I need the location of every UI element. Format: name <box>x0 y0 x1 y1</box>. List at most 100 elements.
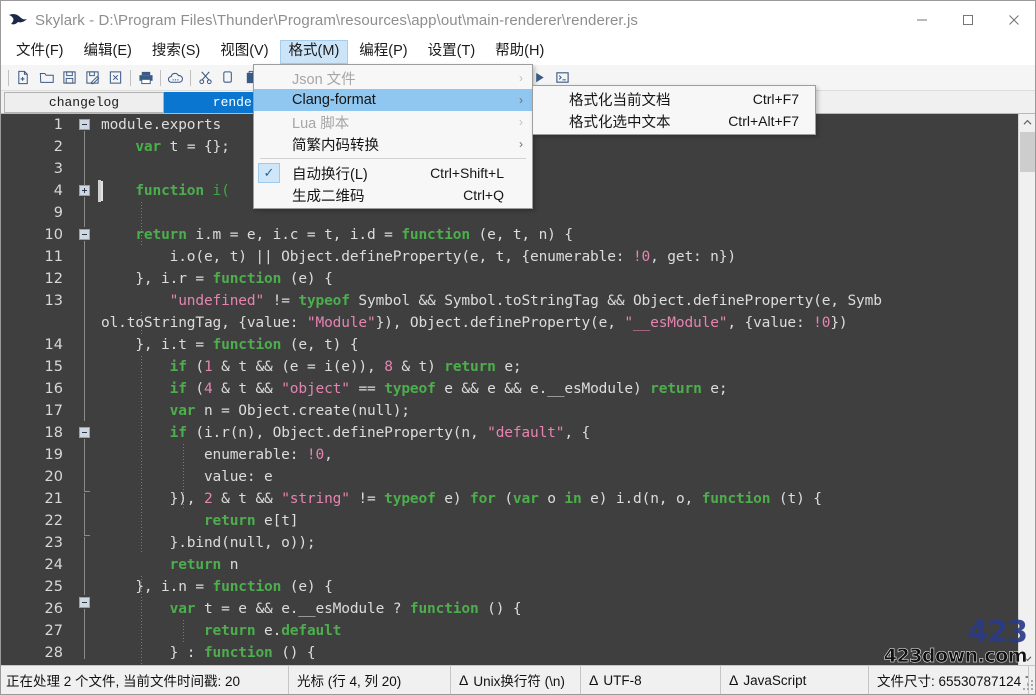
status-language-text: JavaScript <box>743 673 806 688</box>
save-all-icon[interactable] <box>104 67 127 89</box>
open-folder-icon[interactable] <box>35 67 58 89</box>
code-token: in <box>564 491 581 507</box>
window-title: Skylark - D:\Program Files\Thunder\Progr… <box>35 12 899 29</box>
code-line[interactable]: "undefined" != typeof Symbol && Symbol.t… <box>101 290 882 312</box>
status-eol[interactable]: ΔUnix换行符 (\n) <box>451 666 581 695</box>
code-token: function <box>702 491 771 507</box>
window-controls <box>899 1 1036 39</box>
copy-icon[interactable] <box>217 67 240 89</box>
code-line[interactable]: return e.default <box>101 620 341 642</box>
maximize-button[interactable] <box>945 1 991 39</box>
code-line[interactable]: }, i.r = function (e) { <box>101 268 333 290</box>
menu-item-label: 简繁内码转换 <box>292 134 379 155</box>
code-line[interactable]: ol.toStringTag, {value: "Module"}), Obje… <box>101 312 848 334</box>
code-line[interactable]: }, i.n = function (e) { <box>101 576 333 598</box>
code-line[interactable]: }.bind(null, o)); <box>101 532 316 554</box>
menu-item-shortcut: Ctrl+Alt+F7 <box>728 113 807 129</box>
code-token: e) <box>436 491 470 507</box>
code-token: } : <box>101 645 204 661</box>
code-token: !0 <box>633 249 650 265</box>
fold-marker-collapse[interactable] <box>79 229 90 240</box>
resize-grip[interactable] <box>1021 678 1035 692</box>
code-token: (e, t) { <box>281 337 358 353</box>
code-token: if <box>170 381 187 397</box>
menu-5[interactable]: 格式(M) <box>280 40 349 64</box>
code-line[interactable]: }, i.t = function (e, t) { <box>101 334 358 356</box>
status-processing[interactable]: 正在处理 2 个文件, 当前文件时间戳: 20 <box>1 666 289 695</box>
editor-vertical-scrollbar[interactable] <box>1018 114 1035 667</box>
fold-marker-collapse[interactable] <box>79 597 90 608</box>
editor-tab[interactable]: changelog <box>4 92 164 113</box>
code-line[interactable]: }), 2 & t && "string" != typeof e) for (… <box>101 488 822 510</box>
menu-6[interactable]: 编程(P) <box>350 40 416 64</box>
line-number: 28 <box>45 642 63 664</box>
menu-2[interactable]: 编辑(E) <box>75 40 141 64</box>
status-filesize[interactable]: 文件尺寸: 65530787124 7( <box>869 666 1029 695</box>
code-line[interactable]: value: e <box>101 466 273 488</box>
code-line[interactable]: var t = e && e.__esModule ? function () … <box>101 598 521 620</box>
scrollbar-thumb[interactable] <box>1020 132 1035 172</box>
code-line[interactable]: module.exports <box>101 114 230 136</box>
code-line[interactable]: if (4 & t && "object" == typeof e && e &… <box>101 378 727 400</box>
new-file-icon[interactable] <box>12 67 35 89</box>
status-caret[interactable]: 光标 (行 4, 列 20) <box>289 666 451 695</box>
code-token: () { <box>273 645 316 661</box>
status-language[interactable]: ΔJavaScript <box>721 666 869 695</box>
code-line[interactable]: } : function () { <box>101 642 316 664</box>
format-menu-item: Lua 脚本› <box>254 111 532 133</box>
cut-icon[interactable] <box>194 67 217 89</box>
code-token: "string" <box>281 491 350 507</box>
fold-column[interactable] <box>76 114 98 667</box>
menu-3[interactable]: 搜索(S) <box>143 40 209 64</box>
code-line[interactable]: function i( <box>101 180 230 202</box>
menu-8[interactable]: 帮助(H) <box>486 40 553 64</box>
code-token: function <box>135 183 204 199</box>
line-number: 24 <box>45 554 63 576</box>
code-line[interactable]: if (1 & t && (e = i(e)), 8 & t) return e… <box>101 356 522 378</box>
save-icon[interactable] <box>58 67 81 89</box>
close-button[interactable] <box>991 1 1036 39</box>
code-token: ( <box>187 381 204 397</box>
line-number: 15 <box>45 356 63 378</box>
code-line[interactable]: var n = Object.create(null); <box>101 400 410 422</box>
format-menu-item[interactable]: Clang-format› <box>254 89 532 111</box>
code-token: enumerable: <box>101 447 307 463</box>
code-line[interactable]: enumerable: !0, <box>101 444 333 466</box>
clang-format-submenu[interactable]: 格式化当前文档Ctrl+F7格式化选中文本Ctrl+Alt+F7 <box>532 85 816 135</box>
minimize-button[interactable] <box>899 1 945 39</box>
code-line[interactable]: var t = {}; <box>101 136 230 158</box>
menu-4[interactable]: 视图(V) <box>211 40 277 64</box>
menu-1[interactable]: 文件(F) <box>7 40 73 64</box>
code-line[interactable]: return i.m = e, i.c = t, i.d = function … <box>101 224 573 246</box>
fold-marker-collapse[interactable] <box>79 119 90 130</box>
code-line[interactable]: i.o(e, t) || Object.defineProperty(e, t,… <box>101 246 736 268</box>
format-menu-item[interactable]: 简繁内码转换› <box>254 133 532 155</box>
code-token: value: e <box>101 469 273 485</box>
fold-end <box>84 535 90 536</box>
print-icon[interactable] <box>134 67 157 89</box>
toolbar-separator <box>190 70 191 86</box>
code-line[interactable]: if (i.r(n), Object.defineProperty(n, "de… <box>101 422 590 444</box>
clang-submenu-item[interactable]: 格式化选中文本Ctrl+Alt+F7 <box>533 110 815 132</box>
line-number: 14 <box>45 334 63 356</box>
format-menu-item[interactable]: ✓自动换行(L)Ctrl+Shift+L <box>254 162 532 184</box>
cloud-icon[interactable] <box>164 67 187 89</box>
code-line[interactable]: return n <box>101 554 238 576</box>
format-menu-dropdown[interactable]: Json 文件›Clang-format›Lua 脚本›简繁内码转换›✓自动换行… <box>253 64 533 209</box>
code-line[interactable]: return e[t] <box>101 510 298 532</box>
save-as-icon[interactable] <box>81 67 104 89</box>
code-token <box>101 359 170 375</box>
scroll-up-arrow[interactable] <box>1019 114 1036 131</box>
code-token: ol.toStringTag, {value: <box>101 315 307 331</box>
code-token: }), Object.defineProperty(e, <box>376 315 625 331</box>
fold-marker-collapse[interactable] <box>79 427 90 438</box>
fold-marker-expand[interactable] <box>79 185 90 196</box>
line-number: 2 <box>54 136 63 158</box>
code-token: & t && (e = i(e)), <box>213 359 385 375</box>
code-text-area[interactable]: module.exports var t = {}; function i( r… <box>98 114 1036 667</box>
menu-7[interactable]: 设置(T) <box>419 40 485 64</box>
clang-submenu-item[interactable]: 格式化当前文档Ctrl+F7 <box>533 88 815 110</box>
format-menu-item[interactable]: 生成二维码Ctrl+Q <box>254 184 532 206</box>
status-encoding[interactable]: ΔUTF-8 <box>581 666 721 695</box>
code-token: () { <box>479 601 522 617</box>
